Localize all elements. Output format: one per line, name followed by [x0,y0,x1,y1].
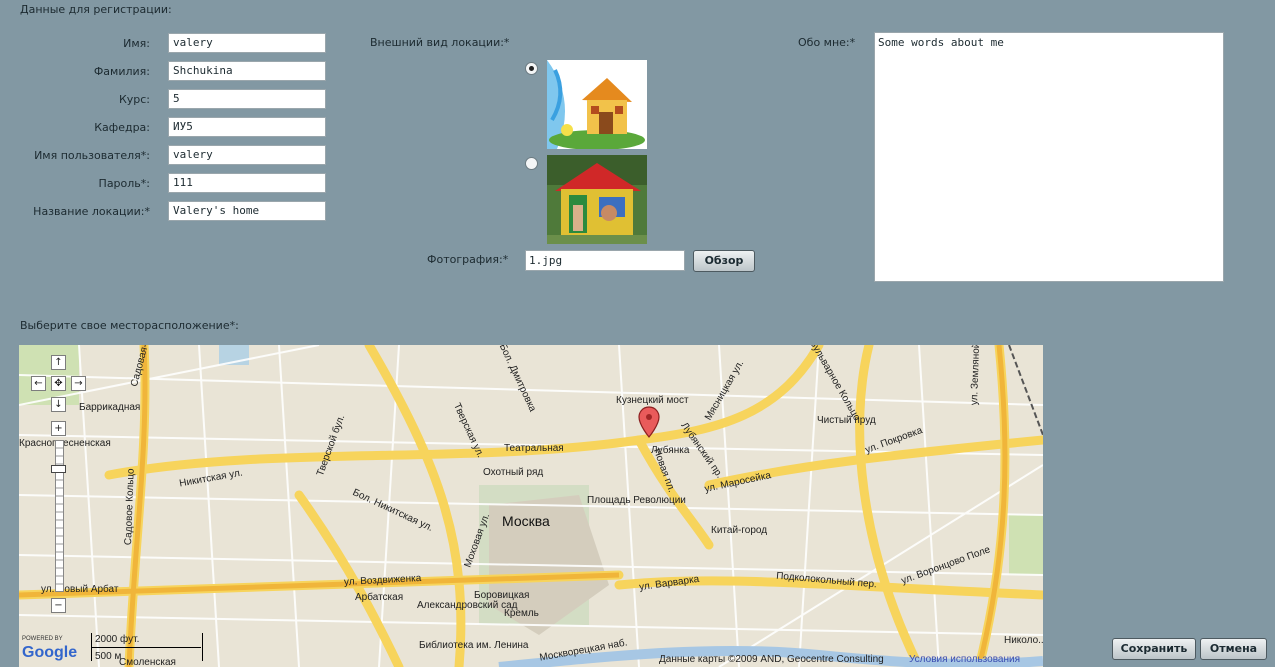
metro-station-label: Арбатская [355,592,404,603]
map-street-label: Николо... [1004,635,1043,646]
metro-station-label: Кузнецкий мост [616,395,689,406]
pan-center-icon[interactable]: ✥ [51,376,66,391]
browse-button[interactable]: Обзор [693,250,755,272]
zoom-slider-track[interactable] [55,440,64,592]
course-input[interactable]: 5 [168,89,326,109]
zoom-slider-handle[interactable] [51,465,66,473]
pan-left-control[interactable]: ← [31,376,46,391]
map-terms-link[interactable]: Условия использования [909,654,1020,665]
map-street-label: ул. Новый Арбат [41,584,119,595]
appearance-radio-house[interactable] [525,62,538,75]
metro-station-label: Краснопресненская [19,438,111,449]
location-marker-icon[interactable] [637,405,661,439]
metro-station-label: Баррикадная [79,402,141,413]
photo-label: Фотография:* [427,253,509,266]
zoom-out-control[interactable]: − [51,598,66,613]
metro-station-label: Театральная [504,443,564,454]
zoom-in-control[interactable]: + [51,421,66,436]
pan-down-control[interactable]: ↓ [51,397,66,412]
course-label: Курс: [118,93,150,106]
last-name-input[interactable]: Shchukina [168,61,326,81]
metro-station-label: Библиотека им. Ленина [419,640,529,651]
location-map[interactable]: Москва Садовая-Кудринская ул. Садовое Ко… [19,345,1043,667]
map-attribution: Данные карты ©2009 AND, Geocentre Consul… [659,654,884,665]
map-place-label: Чистый пруд [817,415,876,426]
username-label: Имя пользователя*: [34,149,150,162]
map-city-label: Москва [502,513,550,529]
metro-station-label: Площадь Революции [587,495,686,506]
section-title: Данные для регистрации: [20,3,172,16]
house-cartoon-thumbnail[interactable] [547,60,647,149]
location-name-label: Название локации:* [33,205,150,218]
scale-meters-label: 500 м [95,651,122,662]
about-label: Обо мне:* [798,36,856,49]
pan-right-control[interactable]: → [71,376,86,391]
first-name-input[interactable]: valery [168,33,326,53]
last-name-label: Фамилия: [93,65,150,78]
about-textarea[interactable]: Some words about me [874,32,1224,282]
map-scale-line [91,647,201,648]
password-label: Пароль*: [98,177,150,190]
username-input[interactable]: valery [168,145,326,165]
save-button[interactable]: Сохранить [1112,638,1196,660]
powered-by-label: POWERED BY [22,636,63,642]
appearance-radio-playhouse[interactable] [525,157,538,170]
metro-station-label: Китай-город [711,525,768,536]
metro-station-label: Лубянка [651,445,690,456]
playhouse-photo-image [547,155,647,244]
map-place-label: Кремль [504,608,539,619]
scale-feet-label: 2000 фут. [95,634,140,645]
playhouse-photo-thumbnail[interactable] [547,155,647,244]
metro-station-label: Охотный ряд [483,467,544,478]
metro-station-label: Александровский сад [417,600,518,611]
appearance-label: Внешний вид локации:* [370,36,510,49]
department-label: Кафедра: [94,121,150,134]
location-title: Выберите свое месторасположение*: [20,319,239,332]
cancel-button[interactable]: Отмена [1200,638,1267,660]
first-name-label: Имя: [123,37,150,50]
house-cartoon-image [547,60,647,149]
google-logo: Google [22,644,78,661]
pan-up-control[interactable]: ↑ [51,355,66,370]
password-input[interactable]: 111 [168,173,326,193]
photo-file-input[interactable]: 1.jpg [525,250,685,271]
department-input[interactable]: ИУ5 [168,117,326,137]
location-name-input[interactable]: Valery's home [168,201,326,221]
